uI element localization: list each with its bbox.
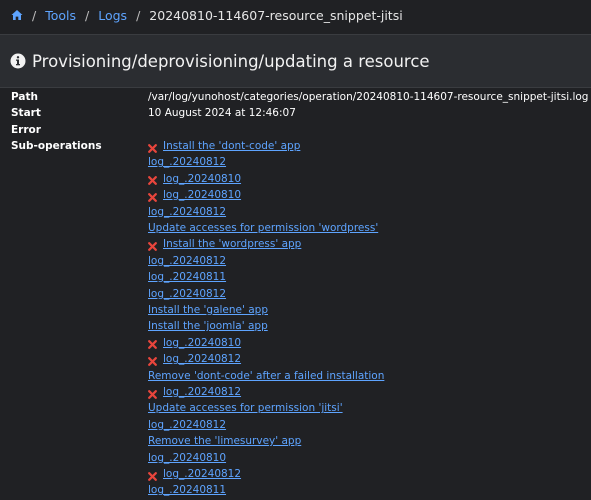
suboperation-link[interactable]: log_.20240812 xyxy=(148,351,384,367)
suboperations-list: Install the 'dont-code' app log_.20240812… xyxy=(148,138,384,499)
detail-row-error: Error xyxy=(0,122,591,138)
times-icon xyxy=(148,191,157,202)
breadcrumb: / Tools / Logs / 20240810-114607-resourc… xyxy=(0,0,591,30)
suboperation-label: Install the 'wordpress' app xyxy=(163,238,302,251)
page-title: Provisioning/deprovisioning/updating a r… xyxy=(32,51,430,71)
error-label: Error xyxy=(11,123,41,136)
suboperation-label: log_.20240811 xyxy=(148,271,227,284)
breadcrumb-separator: / xyxy=(32,7,37,23)
times-icon xyxy=(148,355,157,366)
suboperation-label: Update accesses for permission 'jitsi' xyxy=(148,402,343,415)
times-icon xyxy=(148,470,157,481)
suboperation-link[interactable]: log_.20240812 xyxy=(148,253,384,269)
suboperation-link[interactable]: log_.20240811 xyxy=(148,269,384,285)
times-icon xyxy=(148,142,157,153)
info-circle-icon xyxy=(10,53,26,69)
suboperation-link[interactable]: log_.20240812 xyxy=(148,286,384,302)
suboperation-link[interactable]: log_.20240811 xyxy=(148,482,384,498)
suboperation-label: Install the 'galene' app xyxy=(148,303,268,316)
start-value: 10 August 2024 at 12:46:07 xyxy=(148,107,296,120)
suboperation-link[interactable]: log_.20240810 xyxy=(148,335,384,351)
detail-row-suboperations: Sub-operations Install the 'dont-code' a… xyxy=(0,138,591,499)
suboperation-link[interactable]: log_.20240810 xyxy=(148,171,384,187)
suboperation-label: log_.20240812 xyxy=(148,287,227,300)
suboperation-link[interactable]: Install the 'galene' app xyxy=(148,302,384,318)
suboperation-label: log_.20240810 xyxy=(163,336,242,349)
suboperation-label: Install the 'joomla' app xyxy=(148,320,268,333)
suboperation-label: Install the 'dont-code' app xyxy=(163,139,301,152)
suboperation-link[interactable]: Install the 'wordpress' app xyxy=(148,236,384,252)
detail-row-start: Start 10 August 2024 at 12:46:07 xyxy=(0,105,591,121)
breadcrumb-current: 20240810-114607-resource_snippet-jitsi xyxy=(149,7,403,23)
log-card: Provisioning/deprovisioning/updating a r… xyxy=(0,35,591,500)
suboperation-label: log_.20240810 xyxy=(163,172,242,185)
suboperation-link[interactable]: Install the 'dont-code' app xyxy=(148,138,384,154)
suboperation-label: log_.20240812 xyxy=(148,254,227,267)
start-label: Start xyxy=(11,107,41,120)
path-label: Path xyxy=(11,91,38,103)
home-icon[interactable] xyxy=(11,9,23,21)
card-header: Provisioning/deprovisioning/updating a r… xyxy=(0,35,591,88)
suboperation-link[interactable]: log_.20240810 xyxy=(148,450,384,466)
suboperations-label: Sub-operations xyxy=(11,139,102,152)
suboperation-link[interactable]: Remove the 'limesurvey' app xyxy=(148,433,384,449)
suboperation-link[interactable]: log_.20240812 xyxy=(148,466,384,482)
details-list: Path /var/log/yunohost/categories/operat… xyxy=(0,89,591,499)
breadcrumb-logs-link[interactable]: Logs xyxy=(98,8,127,23)
times-icon xyxy=(148,388,157,399)
suboperation-label: log_.20240812 xyxy=(148,205,227,218)
suboperation-label: log_.20240810 xyxy=(148,451,227,464)
suboperation-link[interactable]: Update accesses for permission 'jitsi' xyxy=(148,400,384,416)
suboperation-link[interactable]: log_.20240812 xyxy=(148,417,384,433)
suboperation-link[interactable]: log_.20240810 xyxy=(148,187,384,203)
suboperation-label: Remove the 'limesurvey' app xyxy=(148,435,302,448)
suboperation-label: Update accesses for permission 'wordpres… xyxy=(148,221,379,234)
suboperation-link[interactable]: Remove 'dont-code' after a failed instal… xyxy=(148,368,384,384)
suboperation-label: log_.20240811 xyxy=(148,484,227,497)
times-icon xyxy=(148,240,157,251)
suboperation-label: log_.20240812 xyxy=(148,156,227,169)
suboperation-label: log_.20240810 xyxy=(163,189,242,202)
suboperation-link[interactable]: log_.20240812 xyxy=(148,384,384,400)
suboperation-label: log_.20240812 xyxy=(163,385,242,398)
breadcrumb-tools-link[interactable]: Tools xyxy=(45,8,76,23)
suboperation-label: Remove 'dont-code' after a failed instal… xyxy=(148,369,385,382)
times-icon xyxy=(148,338,157,350)
breadcrumb-separator: / xyxy=(85,7,90,23)
suboperation-link[interactable]: log_.20240812 xyxy=(148,154,384,170)
suboperation-label: log_.20240812 xyxy=(148,418,227,431)
times-icon xyxy=(148,174,157,186)
breadcrumb-separator: / xyxy=(136,7,141,23)
detail-row-path: Path /var/log/yunohost/categories/operat… xyxy=(0,89,591,105)
suboperation-link[interactable]: Install the 'joomla' app xyxy=(148,318,384,334)
suboperation-label: log_.20240812 xyxy=(163,353,242,366)
suboperation-label: log_.20240812 xyxy=(163,468,242,481)
suboperation-link[interactable]: log_.20240812 xyxy=(148,204,384,220)
path-value: /var/log/yunohost/categories/operation/2… xyxy=(148,91,589,103)
suboperation-link[interactable]: Update accesses for permission 'wordpres… xyxy=(148,220,384,236)
